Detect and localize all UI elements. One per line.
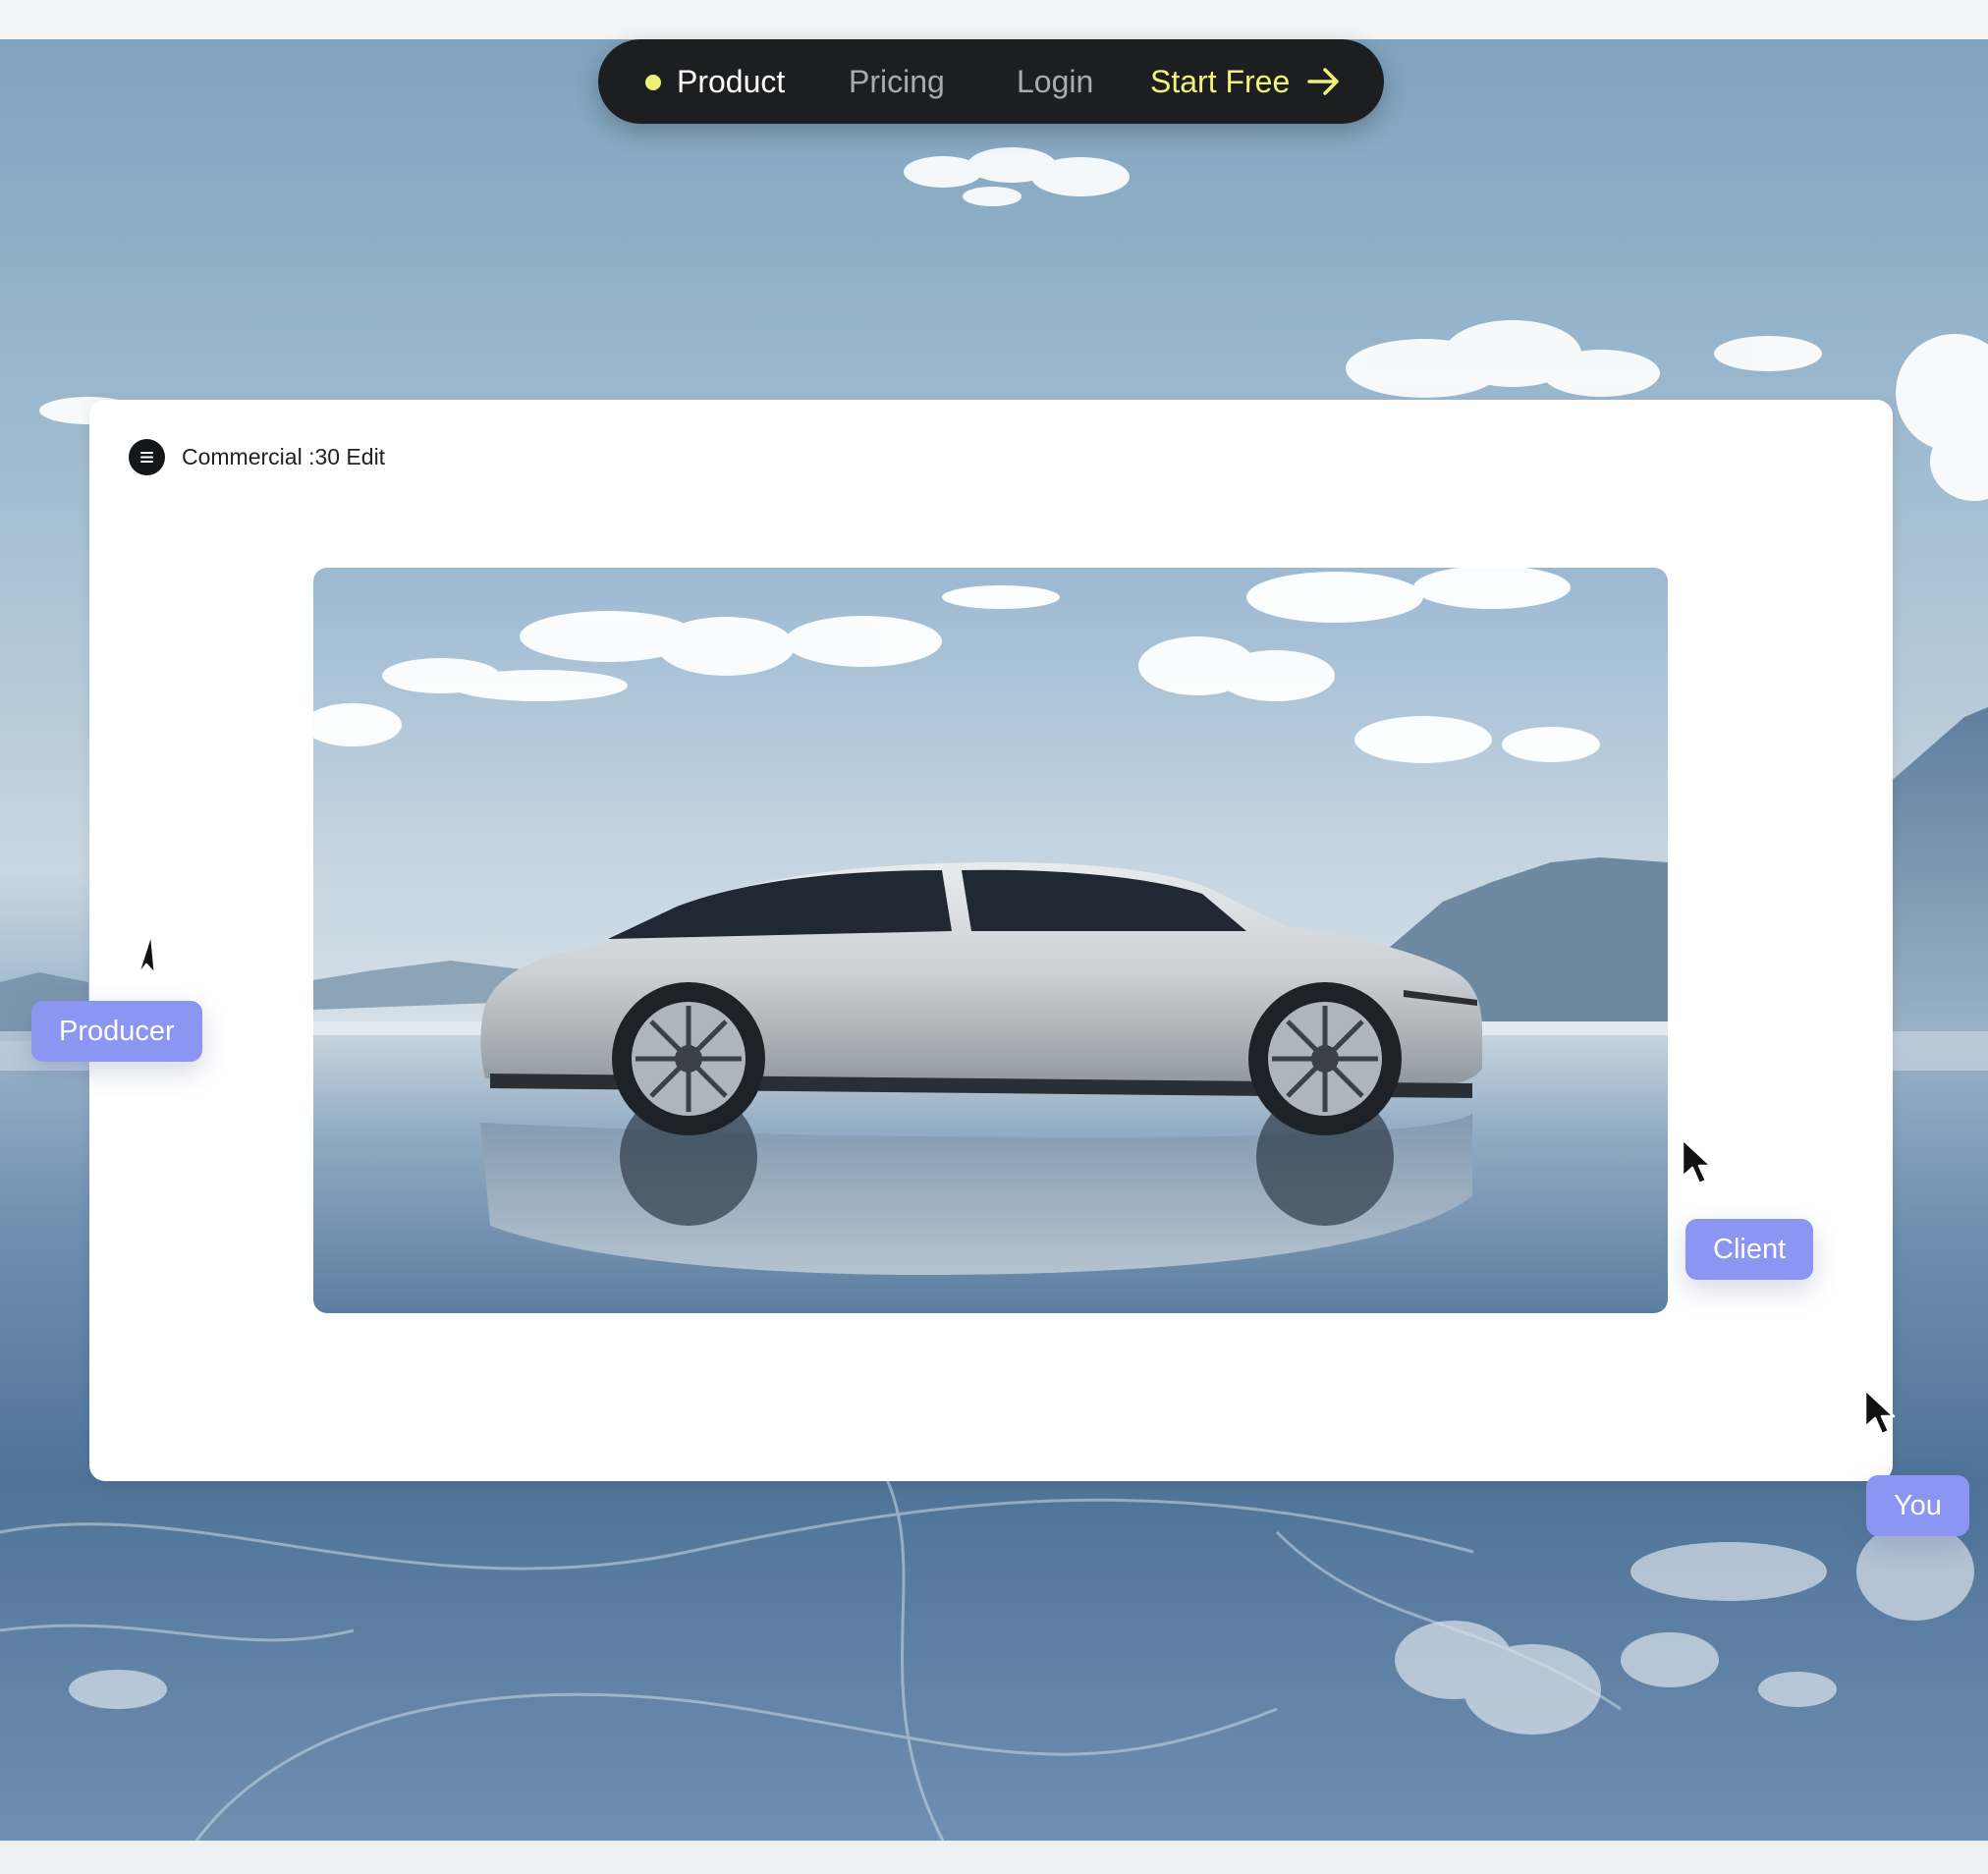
client-tag: Client bbox=[1685, 1219, 1814, 1280]
active-indicator-dot bbox=[645, 75, 661, 90]
bottom-strip bbox=[0, 1841, 1988, 1874]
nav-product[interactable]: Product bbox=[677, 39, 785, 124]
page: Product Pricing Login Start Free Commerc… bbox=[0, 0, 1988, 1874]
project-card: Commercial :30 Edit bbox=[89, 400, 1893, 1481]
top-strip bbox=[0, 0, 1988, 39]
app-logo-icon bbox=[129, 439, 165, 475]
top-nav: Product Pricing Login Start Free bbox=[598, 39, 1384, 124]
arrow-right-icon bbox=[1307, 68, 1339, 95]
start-free-label: Start Free bbox=[1150, 64, 1291, 99]
nav-login[interactable]: Login bbox=[1017, 39, 1093, 124]
car-image bbox=[313, 568, 1668, 1313]
project-title: Commercial :30 Edit bbox=[182, 444, 386, 469]
you-tag: You bbox=[1866, 1475, 1969, 1536]
client-cursor-icon bbox=[1681, 1137, 1713, 1185]
producer-cursor-icon bbox=[136, 931, 157, 978]
nav-pricing[interactable]: Pricing bbox=[849, 39, 945, 124]
producer-tag: Producer bbox=[31, 1001, 202, 1062]
you-cursor-icon bbox=[1863, 1388, 1896, 1436]
video-preview[interactable] bbox=[313, 568, 1668, 1313]
start-free-button[interactable]: Start Free bbox=[1150, 39, 1290, 124]
